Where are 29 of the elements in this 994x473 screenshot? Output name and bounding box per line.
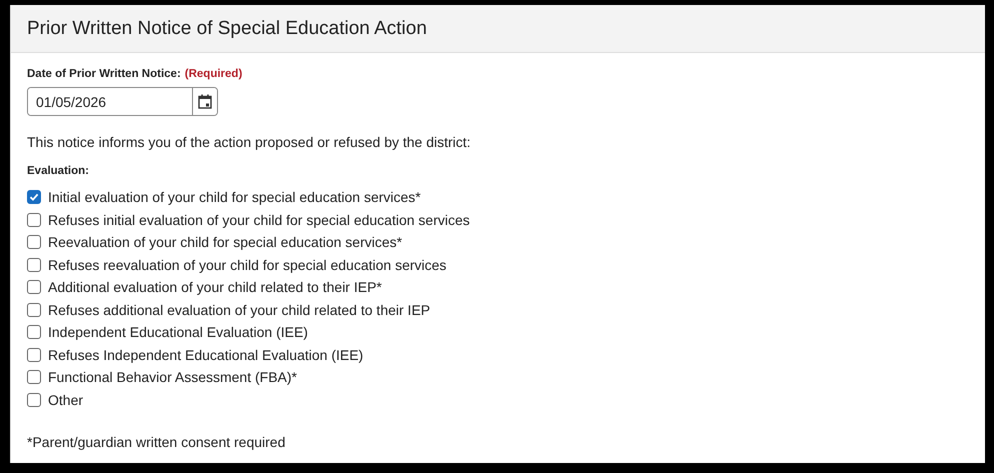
- checkbox[interactable]: [27, 235, 41, 250]
- field-label: Date of Prior Written Notice:: [27, 68, 181, 80]
- checkbox-label[interactable]: Initial evaluation of your child for special education services*: [48, 189, 421, 206]
- checkbox-label[interactable]: Reevaluation of your child for special education services*: [48, 234, 402, 250]
- checkbox[interactable]: [27, 280, 41, 294]
- checkbox-label[interactable]: Independent Educational Evaluation (IEE): [48, 324, 308, 340]
- checkbox-label[interactable]: Refuses Independent Educational Evaluation (IEE): [48, 346, 364, 363]
- checkbox-label[interactable]: Other: [48, 392, 84, 408]
- checkbox[interactable]: [27, 212, 41, 227]
- checkbox[interactable]: [27, 392, 41, 407]
- checkbox[interactable]: [27, 302, 41, 317]
- date-field[interactable]: 01/05/2026: [27, 87, 218, 116]
- calendar-button[interactable]: [192, 88, 217, 115]
- checkbox[interactable]: [27, 258, 41, 272]
- checkbox[interactable]: [27, 370, 41, 384]
- checkbox-label[interactable]: Refuses additional evaluation of your child related to their IEP: [48, 302, 430, 318]
- intro-text: This notice informs you of the action proposed or refused by the district:: [27, 134, 472, 150]
- checkbox[interactable]: [27, 348, 41, 362]
- checkbox[interactable]: [27, 325, 41, 340]
- checkbox-label[interactable]: Additional evaluation of your child related to their IEP*: [48, 279, 382, 296]
- footnote: *Parent/guardian written consent required: [27, 434, 286, 450]
- checkbox[interactable]: [27, 190, 41, 204]
- panel-title: Prior Written Notice of Special Education Action: [27, 18, 427, 40]
- checkbox-label[interactable]: Refuses initial evaluation of your child for special education services: [48, 212, 470, 228]
- calendar-icon: [198, 94, 212, 109]
- checkbox-label[interactable]: Functional Behavior Assessment (FBA)*: [48, 369, 297, 386]
- section-label: Evaluation:: [27, 165, 90, 177]
- required-label: (Required): [184, 68, 242, 80]
- checkbox-label[interactable]: Refuses reevaluation of your child for special education services: [48, 256, 446, 273]
